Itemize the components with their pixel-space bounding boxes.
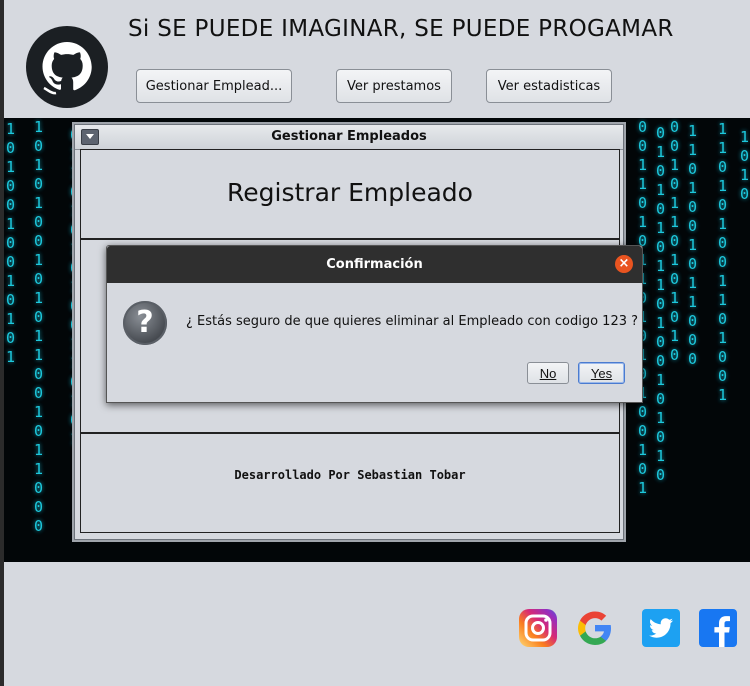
register-employee-heading: Registrar Empleado: [227, 178, 473, 207]
twitter-icon[interactable]: [641, 608, 681, 648]
internal-window-titlebar[interactable]: Gestionar Empleados: [75, 125, 623, 150]
confirmation-message: ¿ Estás seguro de que quieres eliminar a…: [186, 314, 639, 329]
confirmation-dialog: Confirmación × ? ¿ Estás seguro de que q…: [106, 245, 643, 403]
internal-window-title: Gestionar Empleados: [271, 129, 427, 144]
google-icon[interactable]: [575, 608, 615, 648]
facebook-icon[interactable]: [698, 608, 738, 648]
slogan-title: Si SE PUEDE IMAGINAR, SE PUEDE PROGAMAR: [128, 16, 674, 42]
no-button[interactable]: No: [527, 362, 569, 384]
footer-panel: Desarrollado Por Sebastian Tobar: [80, 433, 620, 533]
header: Si SE PUEDE IMAGINAR, SE PUEDE PROGAMAR …: [4, 0, 750, 119]
developer-credit: Desarrollado Por Sebastian Tobar: [234, 468, 466, 482]
view-statistics-button[interactable]: Ver estadisticas: [486, 69, 612, 103]
dialog-title: Confirmación: [326, 257, 423, 272]
yes-button[interactable]: Yes: [578, 362, 625, 384]
close-icon[interactable]: ×: [615, 255, 633, 273]
dialog-titlebar[interactable]: Confirmación ×: [107, 246, 642, 283]
instagram-icon[interactable]: [518, 608, 558, 648]
view-loans-button[interactable]: Ver prestamos: [336, 69, 452, 103]
title-panel: Registrar Empleado: [80, 149, 620, 239]
manage-employees-button[interactable]: Gestionar Emplead...: [136, 69, 292, 103]
question-icon: ?: [123, 301, 167, 345]
github-icon: [26, 26, 108, 108]
